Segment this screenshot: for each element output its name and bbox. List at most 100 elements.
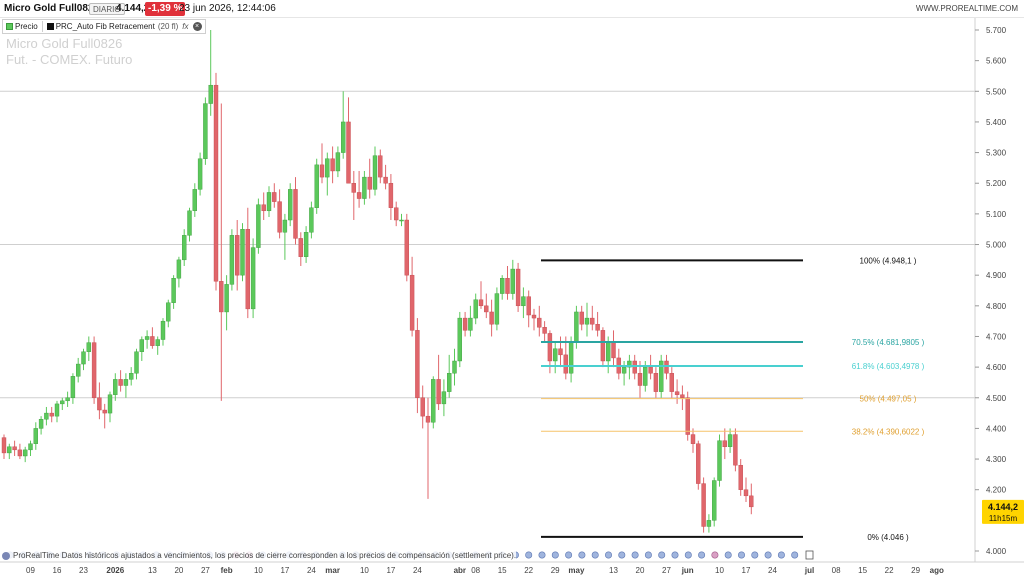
candle-body[interactable] — [664, 360, 669, 374]
candle-body[interactable] — [102, 409, 107, 414]
event-marker-icon[interactable] — [737, 551, 745, 559]
candle-body[interactable] — [574, 311, 579, 343]
candle-body[interactable] — [166, 302, 171, 322]
candle-body[interactable] — [690, 434, 696, 444]
candle-body[interactable] — [749, 495, 754, 508]
candle-body[interactable] — [113, 379, 118, 395]
candle-body[interactable] — [139, 339, 145, 352]
candle-body[interactable] — [531, 314, 537, 319]
candle-body[interactable] — [484, 305, 489, 313]
candle-body[interactable] — [303, 232, 309, 257]
candle-body[interactable] — [75, 363, 81, 377]
candle-body[interactable] — [558, 348, 563, 356]
candle-body[interactable] — [335, 152, 341, 172]
candle-body[interactable] — [489, 311, 494, 325]
candle-body[interactable] — [526, 296, 531, 316]
candle-body[interactable] — [404, 219, 409, 276]
candle-body[interactable] — [1, 437, 7, 454]
event-marker-icon[interactable] — [658, 551, 666, 559]
candle-body[interactable] — [505, 278, 510, 294]
candle-body[interactable] — [187, 210, 192, 236]
candle-body[interactable] — [97, 397, 102, 411]
event-marker-icon[interactable] — [698, 551, 706, 559]
event-marker-icon[interactable] — [791, 551, 799, 559]
info-icon[interactable] — [2, 551, 10, 560]
candle-body[interactable] — [409, 274, 415, 331]
event-marker-icon[interactable] — [631, 551, 639, 559]
candle-body[interactable] — [219, 281, 224, 313]
candle-body[interactable] — [319, 164, 325, 178]
candle-body[interactable] — [425, 415, 431, 423]
candle-body[interactable] — [462, 317, 468, 331]
candle-body[interactable] — [70, 376, 76, 398]
candle-body[interactable] — [394, 207, 399, 221]
candle-body[interactable] — [420, 397, 425, 417]
event-marker-icon[interactable] — [724, 551, 732, 559]
candle-body[interactable] — [81, 351, 86, 365]
candle-body[interactable] — [696, 443, 701, 484]
candle-body[interactable] — [372, 155, 378, 190]
event-marker-icon[interactable] — [618, 551, 626, 559]
candle-body[interactable] — [727, 434, 733, 447]
candle-body[interactable] — [49, 412, 54, 417]
candle-body[interactable] — [399, 219, 404, 222]
candle-body[interactable] — [383, 176, 388, 184]
candle-body[interactable] — [378, 155, 383, 178]
candle-body[interactable] — [245, 229, 251, 310]
event-marker-icon[interactable] — [565, 551, 573, 559]
event-marker-icon[interactable] — [525, 551, 533, 559]
candle-body[interactable] — [680, 394, 685, 398]
candle-body[interactable] — [44, 412, 49, 420]
candle-body[interactable] — [224, 284, 229, 313]
candle-body[interactable] — [362, 176, 367, 199]
candle-body[interactable] — [192, 189, 198, 212]
candle-body[interactable] — [473, 299, 478, 319]
candle-body[interactable] — [288, 189, 293, 221]
candle-body[interactable] — [54, 403, 60, 417]
candle-body[interactable] — [60, 400, 65, 405]
candle-body[interactable] — [272, 192, 277, 202]
candle-body[interactable] — [229, 235, 235, 285]
candle-body[interactable] — [28, 443, 33, 451]
event-marker-icon[interactable] — [538, 551, 546, 559]
candle-body[interactable] — [712, 480, 717, 521]
candle-body[interactable] — [521, 296, 526, 307]
candle-body[interactable] — [415, 330, 420, 398]
candle-body[interactable] — [208, 84, 213, 104]
candle-body[interactable] — [706, 520, 712, 527]
candle-body[interactable] — [457, 317, 462, 362]
event-marker-icon[interactable] — [604, 551, 612, 559]
event-marker-icon[interactable] — [764, 551, 772, 559]
candle-body[interactable] — [91, 342, 97, 398]
candle-body[interactable] — [351, 183, 356, 193]
candle-body[interactable] — [155, 339, 160, 346]
candle-body[interactable] — [314, 164, 319, 208]
candle-body[interactable] — [553, 348, 558, 362]
candle-body[interactable] — [478, 299, 484, 307]
candle-body[interactable] — [606, 342, 611, 362]
candle-body[interactable] — [123, 379, 129, 386]
candle-body[interactable] — [341, 121, 346, 153]
event-marker-icon[interactable] — [751, 551, 759, 559]
candle-body[interactable] — [12, 446, 17, 451]
candle-body[interactable] — [579, 311, 584, 325]
candle-body[interactable] — [107, 394, 113, 414]
event-marker-icon[interactable] — [777, 551, 785, 559]
candle-body[interactable] — [250, 247, 256, 310]
candle-body[interactable] — [537, 317, 542, 328]
candle-body[interactable] — [266, 192, 272, 212]
candle-body[interactable] — [685, 397, 690, 435]
price-chart[interactable]: 5.700 5.600 5.500 5.400 5.300 5.200 5.100 5.000… — [0, 18, 1024, 576]
event-marker-icon[interactable] — [671, 551, 679, 559]
candle-body[interactable] — [33, 428, 38, 444]
candle-body[interactable] — [86, 342, 92, 352]
candle-body[interactable] — [611, 342, 616, 359]
candle-body[interactable] — [563, 354, 568, 374]
candle-body[interactable] — [452, 360, 457, 374]
candle-body[interactable] — [356, 192, 362, 199]
candle-body[interactable] — [293, 189, 298, 239]
candle-body[interactable] — [160, 320, 166, 340]
event-marker-icon[interactable] — [591, 551, 599, 559]
candle-body[interactable] — [134, 351, 139, 374]
candle-body[interactable] — [494, 293, 500, 325]
